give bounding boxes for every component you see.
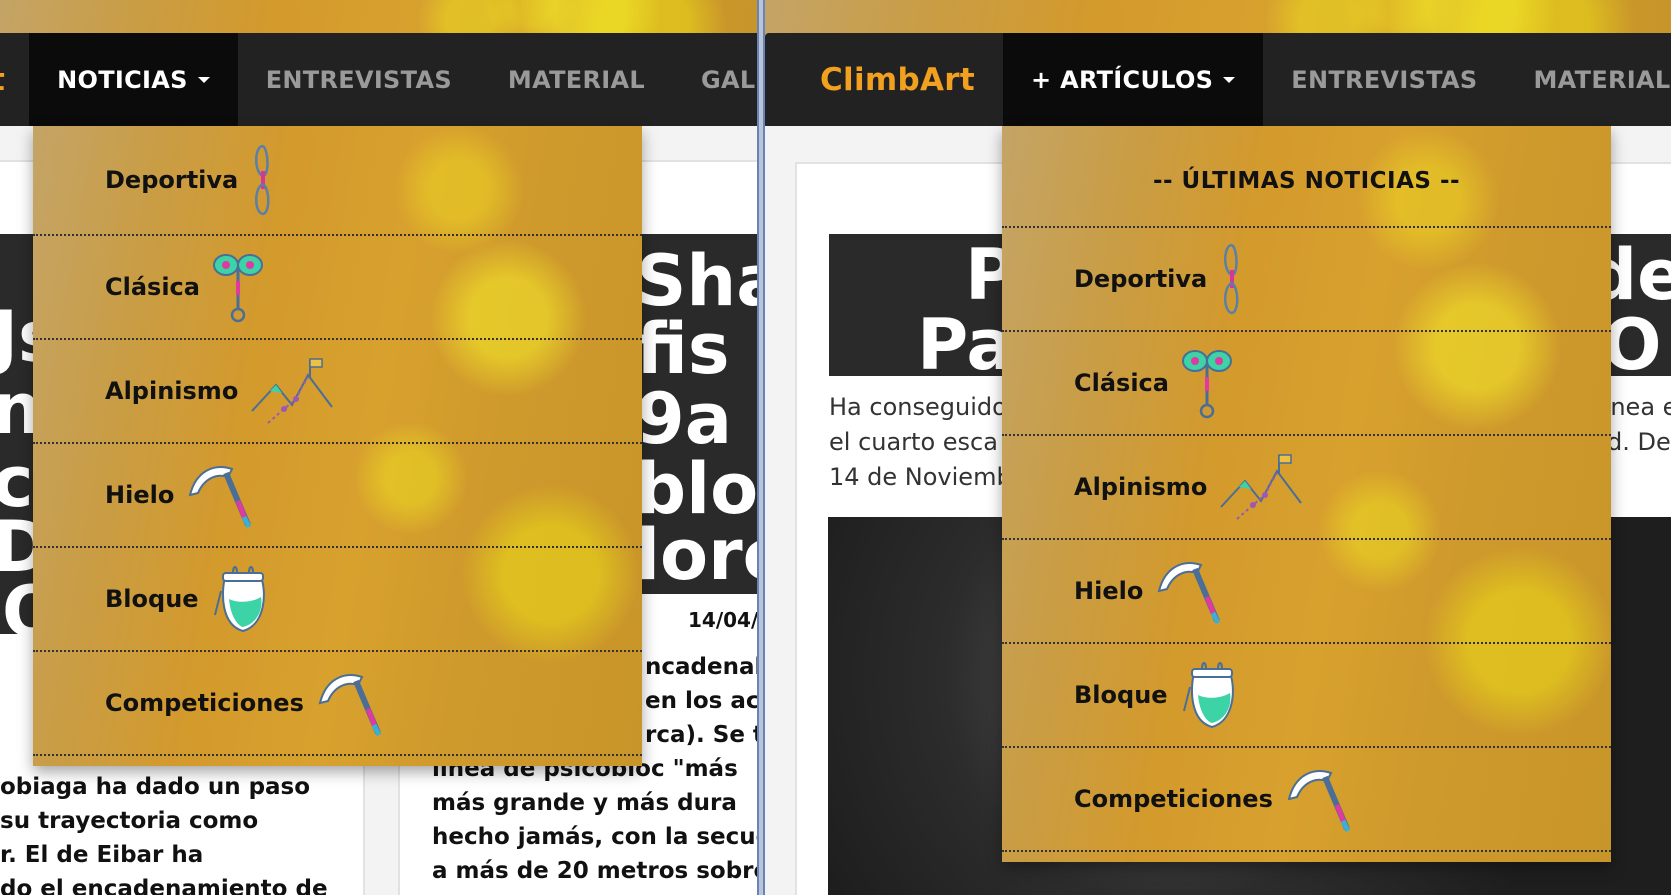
article-date: 14/04/	[688, 608, 757, 632]
menu-item-competiciones[interactable]: Competiciones	[33, 652, 642, 756]
menu-item-deportiva[interactable]: Deportiva	[33, 126, 642, 236]
nav-entrevistas[interactable]: ENTREVISTAS	[238, 33, 480, 126]
menu-item-label: Bloque	[105, 585, 199, 613]
mountain-route-icon	[1219, 451, 1303, 523]
menu-item-label: Hielo	[105, 481, 175, 509]
main-navbar: ClimbArt + ARTÍCULOS ENTREVISTAS MATERIA…	[765, 33, 1671, 126]
main-navbar: t NOTICIAS ENTREVISTAS MATERIAL GALE	[0, 33, 757, 126]
article-text-line: obiaga ha dado un paso	[0, 774, 311, 800]
brand-logo[interactable]: ClimbArt	[765, 33, 1003, 126]
lead-text-line: d. Des	[1607, 428, 1671, 456]
menu-item-label: Bloque	[1074, 681, 1168, 709]
menu-item-label: Competiciones	[105, 689, 304, 717]
menu-item-label: Deportiva	[1074, 265, 1208, 293]
left-browser-pane: Js n c Da O obiaga ha dado un paso su tr…	[0, 0, 757, 895]
menu-item-label: Clásica	[105, 273, 200, 301]
chalk-bag-icon	[211, 563, 275, 635]
nav-material[interactable]: MATERIAL	[480, 33, 673, 126]
menu-item-hielo[interactable]: Hielo	[1002, 540, 1611, 644]
article-text-line: do el encadenamiento de	[0, 876, 328, 895]
title-fragment: Sha	[636, 240, 757, 322]
caret-down-icon	[197, 76, 210, 83]
lead-text-line: Ha conseguido	[829, 393, 1007, 421]
menu-item-label: Alpinismo	[105, 377, 239, 405]
title-fragment: lorca	[636, 514, 757, 596]
brand-logo[interactable]: t	[0, 33, 29, 126]
menu-item-label: Alpinismo	[1074, 473, 1208, 501]
title-fragment: 9a c	[636, 378, 757, 460]
articulos-dropdown-menu: -- ÚLTIMAS NOTICIAS -- Deportiva Clásica…	[1002, 126, 1611, 862]
nav-articulos[interactable]: + ARTÍCULOS	[1003, 33, 1264, 126]
article-text-line: hecho jamás, con la secue	[432, 824, 757, 850]
menu-item-clasica[interactable]: Clásica	[33, 236, 642, 340]
lead-text-line: el cuarto esca	[829, 428, 998, 456]
article-text-line: en los ac	[645, 688, 757, 714]
nav-label: NOTICIAS	[57, 65, 188, 94]
menu-item-bloque[interactable]: Bloque	[33, 548, 642, 652]
menu-item-bloque[interactable]: Bloque	[1002, 644, 1611, 748]
article-text-line: r. El de Eibar ha	[0, 842, 204, 868]
menu-item-label: Competiciones	[1074, 785, 1273, 813]
menu-section-header: -- ÚLTIMAS NOTICIAS --	[1002, 126, 1611, 228]
header-background	[765, 0, 1671, 36]
cam-icon	[1181, 347, 1233, 419]
ice-axe-icon	[1155, 555, 1225, 627]
chalk-bag-icon	[1180, 659, 1244, 731]
ice-axe-icon	[316, 667, 386, 739]
noticias-dropdown-menu: Deportiva Clásica Alpinismo Hielo Bloque	[33, 126, 642, 766]
caret-down-icon	[1223, 76, 1236, 83]
window-divider	[757, 0, 765, 895]
article-text-line: a más de 20 metros sobre	[432, 858, 757, 884]
nav-material[interactable]: MATERIAL	[1505, 33, 1671, 126]
menu-item-label: Deportiva	[105, 166, 239, 194]
menu-item-deportiva[interactable]: Deportiva	[1002, 228, 1611, 332]
menu-item-clasica[interactable]: Clásica	[1002, 332, 1611, 436]
menu-item-alpinismo[interactable]: Alpinismo	[1002, 436, 1611, 540]
header-background	[0, 0, 757, 36]
quickdraw-icon	[1219, 242, 1245, 316]
mountain-route-icon	[250, 355, 334, 427]
article-text-line: rca). Se tr	[645, 722, 757, 748]
ice-axe-icon	[1285, 763, 1355, 835]
article-text-line: más grande y más dura	[432, 790, 737, 816]
menu-item-label: Hielo	[1074, 577, 1144, 605]
article-text-line: su trayectoria como	[0, 808, 259, 834]
right-browser-pane: P Pac de O Ha conseguido el cuarto esca …	[765, 0, 1671, 895]
menu-item-competiciones[interactable]: Competiciones	[1002, 748, 1611, 852]
nav-noticias[interactable]: NOTICIAS	[29, 33, 238, 126]
menu-item-alpinismo[interactable]: Alpinismo	[33, 340, 642, 444]
menu-item-label: Clásica	[1074, 369, 1169, 397]
nav-entrevistas[interactable]: ENTREVISTAS	[1263, 33, 1505, 126]
cam-icon	[212, 251, 264, 323]
nav-galeria[interactable]: GALE	[673, 33, 757, 126]
ice-axe-icon	[186, 459, 256, 531]
title-fragment: fis	[636, 308, 730, 390]
nav-label: + ARTÍCULOS	[1031, 65, 1214, 94]
lead-text-line: 14 de Noviemb	[829, 463, 1012, 491]
article-text-line: ncadenab	[645, 654, 757, 680]
quickdraw-icon	[250, 143, 276, 217]
menu-item-hielo[interactable]: Hielo	[33, 444, 642, 548]
